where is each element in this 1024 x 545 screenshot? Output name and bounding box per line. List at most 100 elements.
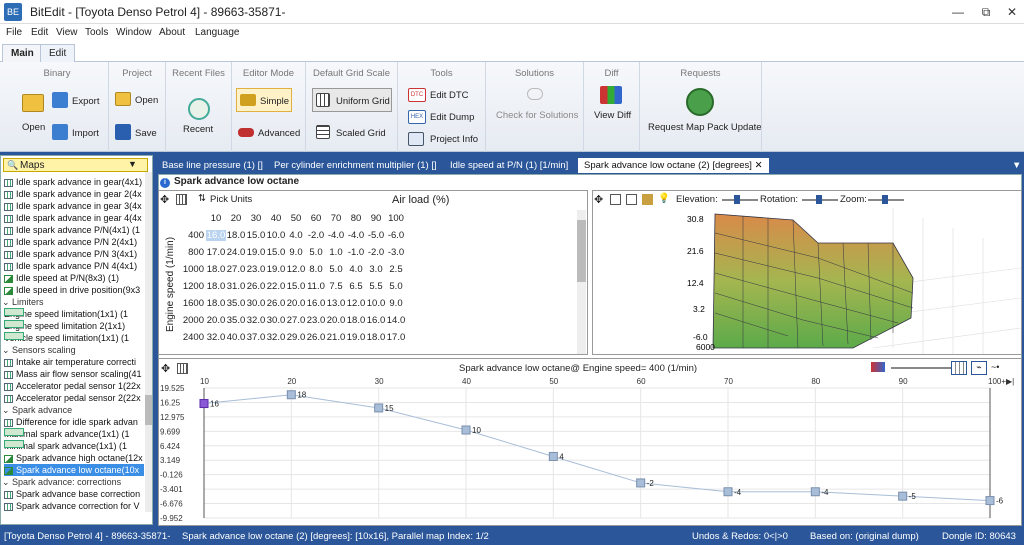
row-header[interactable]: 800 xyxy=(178,247,204,258)
tabs-dropdown-icon[interactable]: ▼ xyxy=(1012,158,1021,173)
table-cell[interactable]: 13.0 xyxy=(326,298,346,309)
table-cell[interactable]: 4.0 xyxy=(346,264,366,275)
map-item[interactable]: Engine speed limitation(1x1) (1 xyxy=(4,308,144,320)
map-item[interactable]: Idle spark advance in gear(4x1) xyxy=(4,176,144,188)
table-cell[interactable]: 15.0 xyxy=(246,230,266,241)
table-cell[interactable]: -4.0 xyxy=(346,230,366,241)
column-header[interactable]: 30 xyxy=(246,213,266,224)
table-cell[interactable]: 19.0 xyxy=(246,247,266,258)
table-cell[interactable]: 9.0 xyxy=(286,247,306,258)
map-item[interactable]: Vehicle speed limitation(1x1) (1 xyxy=(4,332,144,344)
table-cell[interactable]: -4.0 xyxy=(326,230,346,241)
request-update-button[interactable]: Request Map Pack Update xyxy=(648,122,762,133)
data-point[interactable] xyxy=(374,403,384,413)
palette-icon[interactable] xyxy=(871,362,885,372)
data-point[interactable] xyxy=(286,390,296,400)
table-cell[interactable]: 29.0 xyxy=(286,332,306,343)
table-cell[interactable]: 20.0 xyxy=(206,315,226,326)
table-cell[interactable]: 26.0 xyxy=(246,281,266,292)
data-point[interactable] xyxy=(810,487,820,497)
close-button[interactable]: ✕ xyxy=(998,2,1024,22)
menu-view[interactable]: View xyxy=(56,27,78,38)
dropdown-arrow-icon[interactable]: ▼ xyxy=(128,159,137,169)
data-point[interactable] xyxy=(199,399,209,409)
table-cell[interactable]: 30.0 xyxy=(266,315,286,326)
table-cell[interactable]: 19.0 xyxy=(346,332,366,343)
map-item[interactable]: Idle spark advance P/N 2(4x1) xyxy=(4,236,144,248)
export-button[interactable]: Export xyxy=(72,96,99,107)
project-open-icon[interactable] xyxy=(115,92,131,106)
menu-about[interactable]: About xyxy=(159,27,185,38)
table-cell[interactable]: 21.0 xyxy=(326,332,346,343)
map-item[interactable]: Spark advance correction for V xyxy=(4,500,144,512)
table-cell[interactable]: 20.0 xyxy=(286,298,306,309)
table-cell[interactable]: 10.0 xyxy=(366,298,386,309)
table-cell[interactable]: 7.5 xyxy=(326,281,346,292)
column-header[interactable]: 10 xyxy=(206,213,226,224)
tree-category[interactable]: ⌄ Sensors scaling xyxy=(2,344,142,356)
tree-category[interactable]: ⌄ Spark advance: corrections xyxy=(2,476,142,488)
row-header[interactable]: 2400 xyxy=(178,332,204,343)
table-cell[interactable]: 16.0 xyxy=(206,230,226,241)
table-cell[interactable]: 19.0 xyxy=(266,264,286,275)
data-point[interactable] xyxy=(898,491,908,501)
project-info-button[interactable]: Project Info xyxy=(430,134,478,145)
table-cell[interactable]: 24.0 xyxy=(226,247,246,258)
map-item[interactable]: Idle spark advance in gear 2(4x xyxy=(4,188,144,200)
data-point[interactable] xyxy=(985,496,995,506)
chart-grid-toggle-icon[interactable] xyxy=(951,361,967,375)
grid-icon[interactable] xyxy=(177,363,188,374)
table-cell[interactable]: 18.0 xyxy=(226,230,246,241)
table-cell[interactable]: 2.5 xyxy=(386,264,406,275)
grid-toggle-icon[interactable] xyxy=(610,194,621,205)
map-item[interactable]: Accelerator pedal sensor 1(22x xyxy=(4,380,144,392)
table-cell[interactable]: 5.0 xyxy=(326,264,346,275)
table-cell[interactable]: 32.0 xyxy=(266,332,286,343)
import-button[interactable]: Import xyxy=(72,128,99,139)
column-header[interactable]: 40 xyxy=(266,213,286,224)
save-icon[interactable] xyxy=(115,124,131,140)
map-item[interactable]: Spark advance high octane(12x xyxy=(4,452,144,464)
table-cell[interactable]: 11.0 xyxy=(306,281,326,292)
table-cell[interactable]: 16.0 xyxy=(366,315,386,326)
table-cell[interactable]: 22.0 xyxy=(266,281,286,292)
line-mode-icon[interactable]: ⌁ xyxy=(971,361,987,375)
table-cell[interactable]: 5.5 xyxy=(366,281,386,292)
column-header[interactable]: 90 xyxy=(366,213,386,224)
expand-arrow-icon[interactable]: ⌄ xyxy=(2,297,12,307)
line-chart[interactable]: 19.525 16.25 12.975 9.699 6.424 3.149 -0.126 -3… xyxy=(158,376,1022,526)
tab-cylinder-enrichment[interactable]: Per cylinder enrichment multiplier (1) [… xyxy=(274,158,437,173)
table-cell[interactable]: 18.0 xyxy=(206,281,226,292)
row-header[interactable]: 1600 xyxy=(178,298,204,309)
scaled-grid-button[interactable]: Scaled Grid xyxy=(336,128,386,139)
tree-category[interactable]: ⌄ Spark advance xyxy=(2,404,142,416)
minimize-button[interactable]: — xyxy=(944,2,972,22)
row-header[interactable]: 1000 xyxy=(178,264,204,275)
expand-arrow-icon[interactable]: ⌄ xyxy=(2,405,12,415)
table-cell[interactable]: 20.0 xyxy=(326,315,346,326)
column-header[interactable]: 20 xyxy=(226,213,246,224)
table-cell[interactable]: 8.0 xyxy=(306,264,326,275)
table-cell[interactable]: 6.5 xyxy=(346,281,366,292)
export-icon[interactable] xyxy=(52,92,68,108)
elevation-slider-thumb[interactable] xyxy=(734,195,740,204)
edit-dtc-button[interactable]: Edit DTC xyxy=(430,90,469,101)
table-cell[interactable]: 35.0 xyxy=(226,298,246,309)
maps-search[interactable]: 🔍 Maps ▼ xyxy=(3,158,148,172)
map-item[interactable]: Engine speed limitation 2(1x1) xyxy=(4,320,144,332)
map-item[interactable]: Spark advance low octane(10x xyxy=(4,464,144,476)
project-open-button[interactable]: Open xyxy=(135,95,158,106)
table-cell[interactable]: 12.0 xyxy=(346,298,366,309)
grid-icon[interactable] xyxy=(176,194,187,205)
data-point[interactable] xyxy=(636,478,646,488)
view-diff-button[interactable]: View Diff xyxy=(594,110,631,121)
surface-plot[interactable]: 30.8 21.6 12.4 3.2 -6.0 6000 xyxy=(593,208,1021,354)
pick-units-button[interactable]: Pick Units xyxy=(210,194,252,205)
row-header[interactable]: 1200 xyxy=(178,281,204,292)
tree-scrollbar[interactable] xyxy=(145,172,152,512)
map-item[interactable]: Idle spark advance P/N 4(4x1) xyxy=(4,260,144,272)
table-cell[interactable]: 31.0 xyxy=(226,281,246,292)
table-cell[interactable]: 18.0 xyxy=(366,332,386,343)
table-cell[interactable]: 16.0 xyxy=(306,298,326,309)
table-cell[interactable]: 3.0 xyxy=(366,264,386,275)
